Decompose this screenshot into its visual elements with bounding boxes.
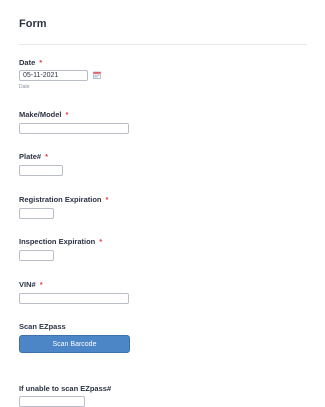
title-divider — [19, 44, 307, 45]
date-label-text: Date — [19, 58, 36, 67]
make-model-field-label: Make/Model * — [19, 110, 68, 119]
scan-barcode-button[interactable]: Scan Barcode — [19, 335, 130, 353]
date-input[interactable]: 05-11-2021 — [19, 70, 88, 81]
date-field-label: Date * — [19, 58, 42, 67]
required-asterisk: * — [45, 152, 49, 161]
required-asterisk: * — [39, 58, 43, 67]
plate-field-label: Plate# * — [19, 152, 48, 161]
make-model-input[interactable] — [19, 123, 129, 134]
scan-ezpass-label: Scan EZpass — [19, 322, 66, 331]
inspection-expiration-field-label: Inspection Expiration * — [19, 237, 102, 246]
form-title: Form — [19, 18, 47, 30]
ezpass-manual-input[interactable] — [19, 396, 85, 407]
required-asterisk: * — [99, 237, 103, 246]
vin-input[interactable] — [19, 293, 129, 304]
required-asterisk: * — [105, 195, 109, 204]
calendar-icon[interactable] — [93, 71, 101, 79]
plate-input[interactable] — [19, 165, 63, 176]
registration-expiration-input[interactable] — [19, 208, 54, 219]
plate-label-text: Plate# — [19, 152, 42, 161]
vin-field-label: VIN# * — [19, 280, 43, 289]
required-asterisk: * — [65, 110, 69, 119]
inspection-expiration-input[interactable] — [19, 250, 54, 261]
make-model-label-text: Make/Model — [19, 110, 62, 119]
registration-expiration-field-label: Registration Expiration * — [19, 195, 108, 204]
registration-expiration-label-text: Registration Expiration — [19, 195, 102, 204]
date-sublabel: Date — [19, 84, 30, 90]
inspection-expiration-label-text: Inspection Expiration — [19, 237, 96, 246]
ezpass-manual-label: If unable to scan EZpass# — [19, 384, 112, 393]
vin-label-text: VIN# — [19, 280, 36, 289]
required-asterisk: * — [39, 280, 43, 289]
